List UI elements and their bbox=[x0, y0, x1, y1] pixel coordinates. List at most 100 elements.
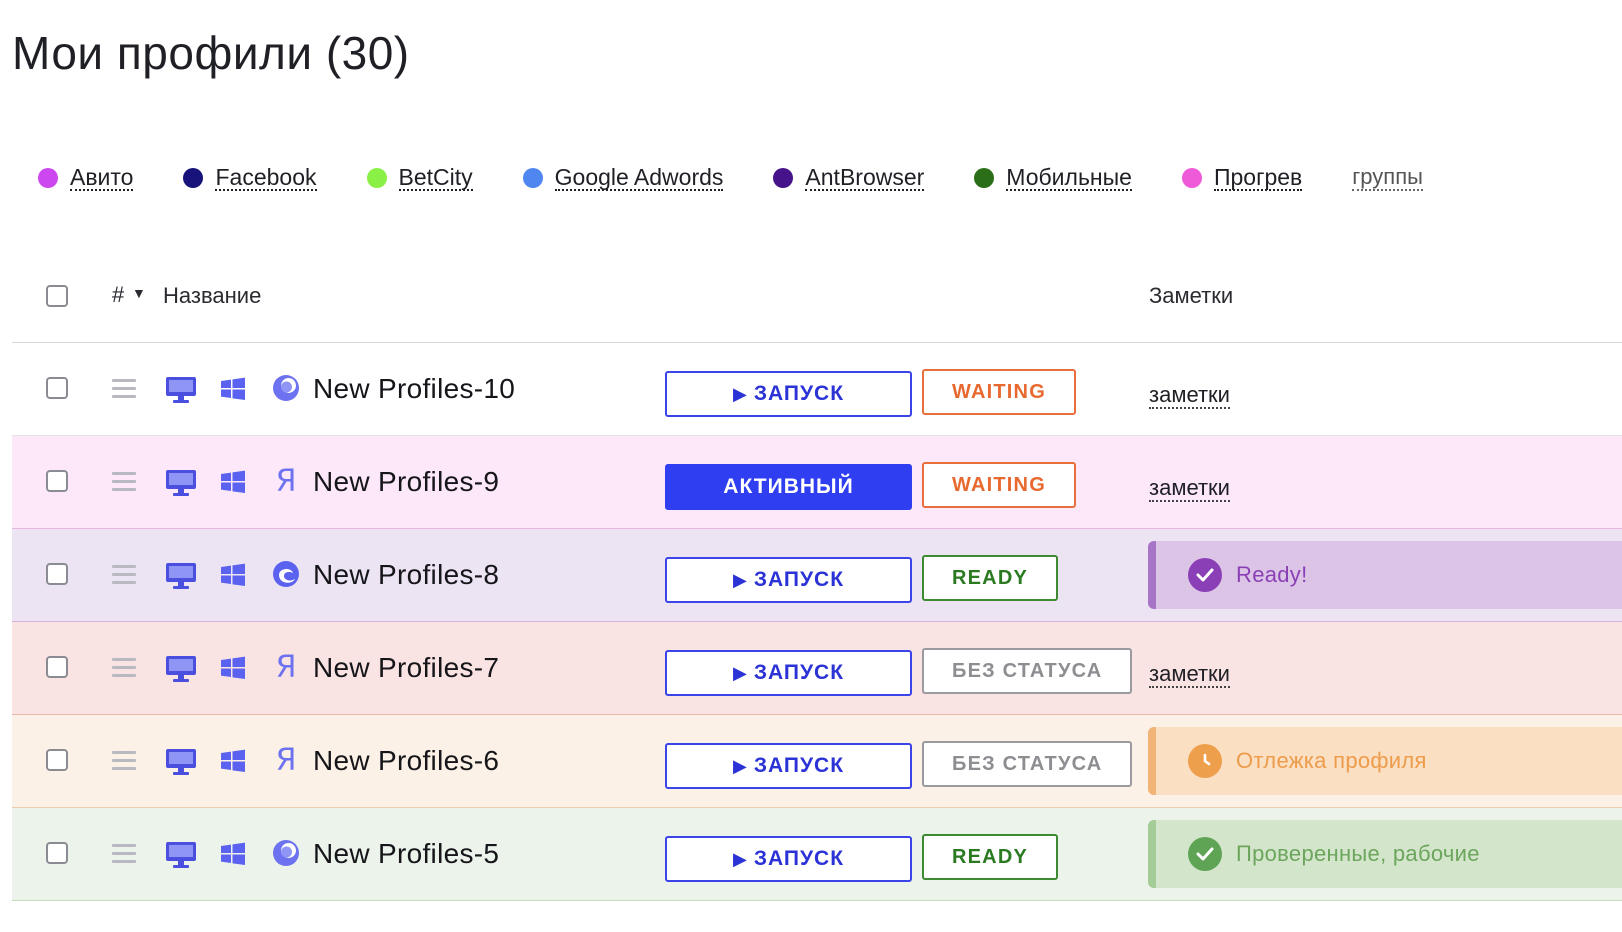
row-checkbox[interactable] bbox=[46, 470, 68, 492]
group-filters: Авито Facebook BetCity Google Adwords AntBro… bbox=[38, 162, 1423, 194]
note-tag[interactable]: Отлежка профиля bbox=[1148, 727, 1622, 795]
note-tag[interactable]: Ready! bbox=[1148, 541, 1622, 609]
check-icon bbox=[1188, 837, 1222, 871]
table-row[interactable]: New Profiles-5 ▶ ЗАПУСК READY Проверенные, р… bbox=[12, 808, 1622, 901]
status-badge[interactable]: WAITING bbox=[922, 369, 1076, 415]
table-row[interactable]: Я New Profiles-9 АКТИВНЫЙ WAITING заметки bbox=[12, 436, 1622, 529]
group-label: Google Adwords bbox=[554, 164, 724, 191]
row-checkbox[interactable] bbox=[46, 656, 68, 678]
status-badge[interactable]: READY bbox=[922, 555, 1059, 601]
drag-handle-icon[interactable] bbox=[112, 844, 136, 864]
launch-label: ЗАПУСК bbox=[753, 568, 845, 591]
profile-name[interactable]: New Profiles-7 bbox=[313, 652, 499, 684]
group-filter-item[interactable]: Мобильные bbox=[974, 165, 1132, 191]
drag-handle-icon[interactable] bbox=[112, 565, 136, 585]
note-tag-label: Отлежка профиля bbox=[1236, 748, 1427, 773]
group-color-dot bbox=[183, 168, 204, 188]
group-label: Авито bbox=[70, 164, 134, 191]
group-label: AntBrowser bbox=[805, 164, 925, 191]
profile-name[interactable]: New Profiles-6 bbox=[313, 745, 499, 777]
launch-label: ЗАПУСК bbox=[753, 661, 845, 684]
row-checkbox[interactable] bbox=[46, 377, 68, 399]
windows-icon bbox=[220, 563, 246, 592]
launch-button[interactable]: ▶ ЗАПУСК bbox=[665, 743, 912, 789]
page-title: Мои профили (30) bbox=[12, 27, 410, 79]
profile-name[interactable]: New Profiles-8 bbox=[313, 559, 499, 591]
group-label: Прогрев bbox=[1213, 164, 1303, 191]
launch-label: ЗАПУСК bbox=[753, 754, 845, 777]
group-color-dot bbox=[366, 168, 387, 188]
group-color-dot bbox=[773, 168, 794, 188]
table-header: # ▼ Название Заметки bbox=[12, 272, 1622, 343]
drag-handle-icon[interactable] bbox=[112, 658, 136, 678]
status-badge[interactable]: БЕЗ СТАТУСА bbox=[922, 648, 1133, 694]
group-label: Мобильные bbox=[1006, 164, 1132, 191]
column-hash[interactable]: # bbox=[112, 282, 124, 308]
group-color-dot bbox=[522, 168, 543, 188]
launch-label: ЗАПУСК bbox=[753, 382, 845, 405]
ant-browser-icon bbox=[271, 373, 301, 405]
profile-name[interactable]: New Profiles-10 bbox=[313, 373, 515, 405]
group-label: Facebook bbox=[215, 164, 317, 191]
launch-button[interactable]: ▶ ЗАПУСК bbox=[665, 371, 912, 417]
launch-button[interactable]: ▶ ЗАПУСК bbox=[665, 836, 912, 882]
table-row[interactable]: New Profiles-8 ▶ ЗАПУСК READY Ready! bbox=[12, 529, 1622, 622]
group-color-dot bbox=[974, 168, 995, 188]
windows-icon bbox=[220, 470, 246, 499]
drag-handle-icon[interactable] bbox=[112, 472, 136, 492]
profile-name[interactable]: New Profiles-5 bbox=[313, 838, 499, 870]
select-all-checkbox[interactable] bbox=[46, 285, 68, 307]
note-tag-label: Проверенные, рабочие bbox=[1236, 841, 1480, 866]
group-filter-item[interactable]: AntBrowser bbox=[773, 164, 925, 191]
notes-link[interactable]: заметки bbox=[1149, 476, 1230, 502]
profile-name[interactable]: New Profiles-9 bbox=[313, 466, 499, 498]
yandex-browser-icon: Я bbox=[275, 650, 297, 685]
row-checkbox[interactable] bbox=[46, 749, 68, 771]
windows-icon bbox=[220, 749, 246, 778]
column-notes: Заметки bbox=[1149, 283, 1234, 308]
group-filter-item[interactable]: BetCity bbox=[366, 164, 473, 191]
row-checkbox[interactable] bbox=[46, 842, 68, 864]
status-badge[interactable]: READY bbox=[922, 834, 1059, 880]
desktop-icon bbox=[164, 375, 198, 410]
column-name[interactable]: Название bbox=[163, 283, 261, 309]
group-filter-item[interactable]: Прогрев bbox=[1181, 164, 1303, 191]
notes-link[interactable]: заметки bbox=[1149, 662, 1230, 688]
active-button[interactable]: АКТИВНЫЙ bbox=[665, 464, 912, 510]
drag-handle-icon[interactable] bbox=[112, 379, 136, 399]
group-color-dot bbox=[38, 168, 58, 188]
desktop-icon bbox=[164, 654, 198, 689]
group-filter-item[interactable]: Facebook bbox=[183, 164, 317, 191]
status-badge[interactable]: WAITING bbox=[922, 462, 1076, 508]
group-filter-item[interactable]: Авито bbox=[38, 164, 134, 191]
desktop-icon bbox=[164, 747, 198, 782]
notes-link[interactable]: заметки bbox=[1149, 383, 1230, 409]
ant-browser-icon bbox=[271, 838, 301, 870]
play-icon: ▶ bbox=[732, 662, 748, 683]
sort-down-icon[interactable]: ▼ bbox=[132, 285, 146, 301]
edge-browser-icon bbox=[271, 559, 301, 591]
row-checkbox[interactable] bbox=[46, 563, 68, 585]
windows-icon bbox=[220, 656, 246, 685]
desktop-icon bbox=[164, 468, 198, 503]
launch-button[interactable]: ▶ ЗАПУСК bbox=[665, 650, 912, 696]
group-label: BetCity bbox=[398, 164, 473, 191]
drag-handle-icon[interactable] bbox=[112, 751, 136, 771]
group-filter-item[interactable]: Google Adwords bbox=[522, 164, 724, 191]
play-icon: ▶ bbox=[732, 755, 748, 776]
table-row[interactable]: New Profiles-10 ▶ ЗАПУСК WAITING заметки bbox=[12, 343, 1622, 436]
launch-button[interactable]: ▶ ЗАПУСК bbox=[665, 557, 912, 603]
clock-icon bbox=[1188, 744, 1222, 778]
note-tag-label: Ready! bbox=[1236, 562, 1308, 587]
play-icon: ▶ bbox=[732, 848, 748, 869]
play-icon: ▶ bbox=[732, 383, 748, 404]
table-row[interactable]: Я New Profiles-6 ▶ ЗАПУСК БЕЗ СТАТУСА Отлежка… bbox=[12, 715, 1622, 808]
note-tag[interactable]: Проверенные, рабочие bbox=[1148, 820, 1622, 888]
launch-label: ЗАПУСК bbox=[753, 847, 845, 870]
groups-link[interactable]: группы bbox=[1352, 165, 1423, 191]
windows-icon bbox=[220, 842, 246, 871]
table-row[interactable]: Я New Profiles-7 ▶ ЗАПУСК БЕЗ СТАТУСА заметки bbox=[12, 622, 1622, 715]
status-badge[interactable]: БЕЗ СТАТУСА bbox=[922, 741, 1133, 787]
yandex-browser-icon: Я bbox=[275, 743, 297, 778]
group-color-dot bbox=[1181, 168, 1202, 188]
